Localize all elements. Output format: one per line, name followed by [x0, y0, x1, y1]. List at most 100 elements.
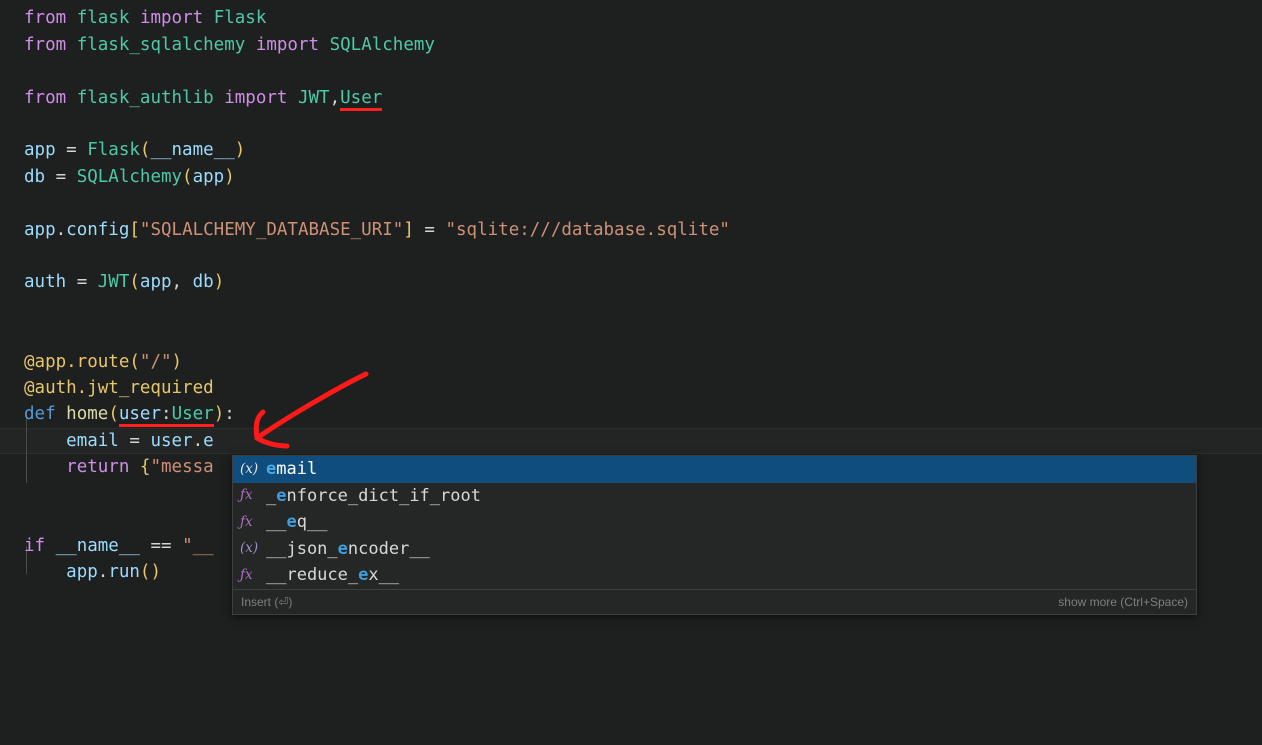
code-token: .	[55, 220, 67, 240]
code-token: user	[150, 431, 193, 451]
code-line[interactable]	[0, 322, 1262, 348]
code-token: "SQLALCHEMY_DATABASE_URI"	[139, 220, 404, 240]
suggestion-list[interactable]: (x) email ƒx _enforce_dict_if_root ƒx __eq__(…	[233, 456, 1196, 589]
code-token: def	[24, 404, 56, 424]
code-token: {	[139, 457, 151, 477]
code-token: (	[129, 272, 140, 292]
code-token: ==	[139, 536, 183, 556]
code-token: =	[66, 272, 98, 292]
code-text-surface[interactable]: from flask import Flask from flask_sqlalc…	[0, 0, 1262, 745]
code-token: ,	[171, 272, 193, 292]
variable-icon: (x)	[240, 540, 259, 556]
autocomplete-popup[interactable]: (x) email ƒx _enforce_dict_if_root ƒx __eq__(…	[232, 455, 1197, 615]
code-token: config	[66, 220, 130, 240]
code-line[interactable]: @app.route("/")	[0, 349, 1262, 375]
code-token: auth	[24, 272, 67, 292]
code-token: [	[129, 220, 140, 240]
code-line[interactable]	[0, 111, 1262, 137]
code-token: db	[24, 167, 46, 187]
code-token: import	[224, 88, 288, 108]
suggestion-label: __reduce_ex__	[266, 565, 400, 586]
code-token: ,	[329, 88, 341, 108]
code-token: return	[66, 457, 130, 477]
code-token: )	[150, 562, 162, 582]
code-line[interactable]: app.config["SQLALCHEMY_DATABASE_URI"] = …	[0, 217, 1262, 243]
code-token: app	[66, 562, 98, 582]
variable-icon: (x)	[240, 460, 259, 477]
code-token: :	[224, 404, 235, 424]
code-token: Flask	[87, 140, 140, 160]
code-token: =	[55, 140, 88, 160]
code-line[interactable]: auth = JWT(app, db)	[0, 269, 1262, 295]
insert-hint-label: Insert (⏎)	[241, 594, 293, 609]
code-token-error: user	[118, 404, 162, 427]
code-line[interactable]	[0, 243, 1262, 269]
code-line[interactable]: from flask_sqlalchemy import SQLAlchemy	[0, 32, 1262, 58]
code-token: "/"	[139, 352, 172, 372]
suggestion-item[interactable]: ƒx __eq__	[233, 509, 1196, 536]
code-editor[interactable]: from flask import Flask from flask_sqlalc…	[0, 0, 1262, 745]
code-token: )	[171, 352, 183, 372]
code-line[interactable]	[0, 190, 1262, 216]
code-line[interactable]: def home(user:User):	[0, 401, 1262, 427]
suggestion-label: email	[266, 459, 318, 480]
code-token: ]	[403, 220, 414, 240]
code-line[interactable]: email = user.e	[0, 428, 1262, 454]
suggestion-item[interactable]: (x) __json_encoder__	[233, 536, 1196, 563]
code-token: import	[139, 8, 204, 28]
code-token: run	[108, 562, 140, 582]
suggestion-item[interactable]: ƒx _enforce_dict_if_root	[233, 483, 1196, 510]
code-token: JWT	[97, 272, 130, 292]
code-token: from	[24, 35, 67, 55]
code-line[interactable]: db = SQLAlchemy(app)	[0, 164, 1262, 190]
code-token: "messa	[150, 457, 214, 477]
code-token: (	[182, 167, 193, 187]
code-line[interactable]	[0, 59, 1262, 85]
code-token: @auth.jwt_required	[24, 378, 214, 398]
code-line[interactable]: app = Flask(__name__)	[0, 137, 1262, 163]
code-token-error: :	[161, 404, 172, 427]
code-token: home	[66, 404, 109, 424]
show-more-hint-label[interactable]: show more (Ctrl+Space)	[1058, 595, 1188, 609]
code-token: (	[139, 140, 151, 160]
code-token: =	[118, 431, 151, 451]
code-line[interactable]	[0, 296, 1262, 322]
code-token: app	[139, 272, 172, 292]
code-line[interactable]: from flask import Flask	[0, 5, 1262, 31]
code-token: __name__	[150, 140, 235, 160]
code-token: from	[24, 88, 67, 108]
code-token: flask_authlib	[76, 88, 214, 108]
code-token: flask_sqlalchemy	[76, 35, 246, 55]
code-token-error: User	[171, 404, 214, 427]
code-line[interactable]: from flask_authlib import JWT,User	[0, 85, 1262, 111]
code-token: JWT	[297, 88, 330, 108]
code-token: app	[24, 140, 56, 160]
code-token: flask	[76, 8, 130, 28]
suggestion-item[interactable]: (x) email	[233, 456, 1196, 483]
code-token: =	[45, 167, 77, 187]
code-token: SQLAlchemy	[76, 167, 183, 187]
code-line[interactable]: @auth.jwt_required	[0, 375, 1262, 401]
code-token: (	[139, 562, 151, 582]
code-token: db	[192, 272, 214, 292]
code-token: )	[234, 140, 246, 160]
code-token: "sqlite:///database.sqlite"	[445, 220, 730, 240]
code-token: email	[66, 431, 119, 451]
suggestion-label: _enforce_dict_if_root	[266, 485, 481, 506]
code-token: )	[213, 272, 225, 292]
code-token: SQLAlchemy	[329, 35, 435, 55]
code-token: Flask	[213, 8, 267, 28]
code-token: .	[97, 562, 109, 582]
suggestion-item[interactable]: ƒx __reduce_ex__	[233, 562, 1196, 589]
code-token: =	[413, 220, 446, 240]
autocomplete-statusbar: Insert (⏎) show more (Ctrl+Space)	[233, 588, 1196, 614]
